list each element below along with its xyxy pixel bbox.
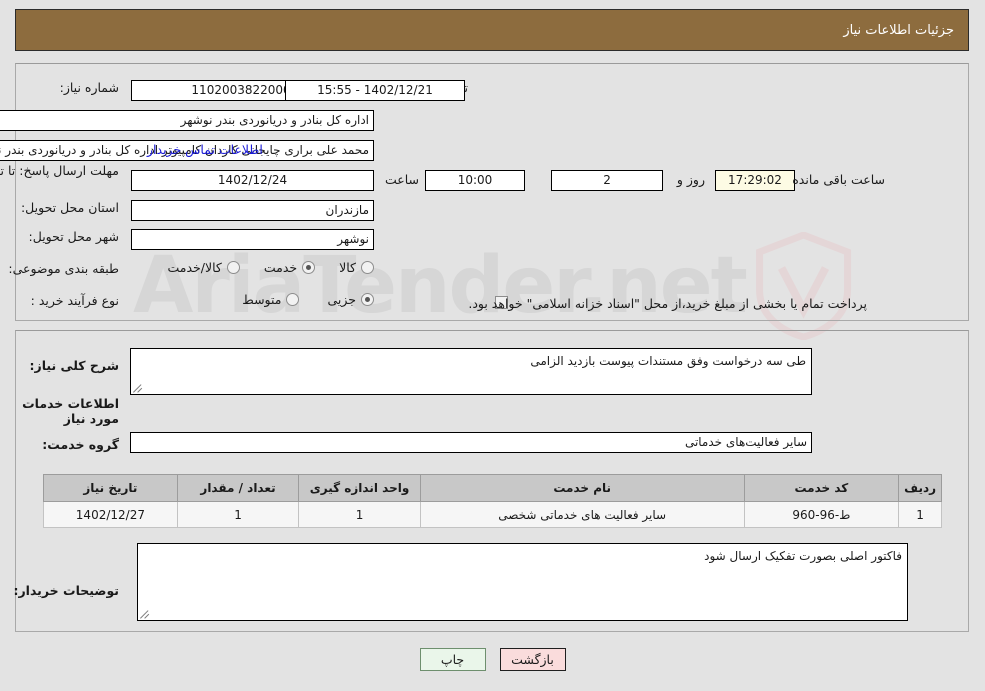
treasury-bond-note: پرداخت تمام یا بخشی از مبلغ خرید،از محل …: [468, 296, 867, 311]
category-label: طبقه بندی موضوعی:: [8, 261, 119, 276]
process-label-row: نوع فرآیند خرید :: [31, 293, 119, 308]
city-label: شهر محل تحویل:: [28, 229, 119, 244]
category-option-label: خدمت: [263, 260, 298, 275]
resize-grip-icon[interactable]: [133, 383, 143, 393]
process-option-label: متوسط: [242, 292, 282, 307]
need-info-panel: [15, 63, 969, 321]
buyer-notes-label: توضیحات خریدار:: [13, 583, 119, 598]
service-group-label: گروه خدمت:: [42, 437, 119, 452]
remaining-time-label: ساعت باقی مانده: [792, 172, 885, 187]
deadline-time-field[interactable]: 10:00: [425, 170, 525, 191]
general-desc-label: شرح کلی نیاز:: [29, 358, 119, 373]
col-header-service-code: کد خدمت: [743, 474, 900, 502]
radio-icon[interactable]: [361, 293, 374, 306]
deadline-date-field[interactable]: 1402/12/24: [131, 170, 374, 191]
col-header-row-no: ردیف: [898, 474, 942, 502]
action-button-bar: بازگشت چاپ: [0, 648, 985, 671]
category-option-label: کالا: [339, 260, 356, 275]
page-header-bar: جزئیات اطلاعات نیاز: [15, 9, 969, 51]
announce-datetime-field[interactable]: 1402/12/21 - 15:55: [285, 80, 465, 101]
page-title: جزئیات اطلاعات نیاز: [843, 22, 954, 38]
services-info-title: اطلاعات خدمات مورد نیاز: [22, 396, 119, 426]
category-label-row: طبقه بندی موضوعی:: [8, 261, 119, 276]
category-radio-kala[interactable]: کالا: [339, 260, 374, 275]
province-label: استان محل تحویل:: [20, 200, 119, 215]
category-radio-group: کالا خدمت کالا/خدمت: [167, 260, 374, 275]
category-option-label: کالا/خدمت: [167, 260, 222, 275]
radio-icon[interactable]: [361, 261, 374, 274]
cell-service-code: ط-96-960: [743, 501, 900, 528]
cell-quantity: 1: [176, 501, 300, 528]
remaining-time-field: 17:29:02: [715, 170, 795, 191]
table-row: 1 ط-96-960 سایر فعالیت های خدماتی شخصی 1…: [43, 501, 942, 528]
remaining-days-field[interactable]: 2: [551, 170, 663, 191]
category-radio-kala-khedmat[interactable]: کالا/خدمت: [167, 260, 240, 275]
days-and-label: روز و: [676, 172, 705, 187]
radio-icon[interactable]: [302, 261, 316, 274]
services-table: ردیف کد خدمت نام خدمت واحد اندازه گیری ت…: [43, 474, 942, 528]
buyer-notes-textarea[interactable]: فاکتور اصلی بصورت تفکیک ارسال شود: [137, 543, 908, 621]
hour-label: ساعت: [384, 172, 419, 187]
buyer-notes-value: فاکتور اصلی بصورت تفکیک ارسال شود: [704, 549, 902, 563]
cell-service-name: سایر فعالیت های خدماتی شخصی: [419, 501, 745, 528]
cell-unit: 1: [298, 501, 421, 528]
deadline-label: مهلت ارسال پاسخ: تا تاریخ:: [0, 163, 119, 178]
service-group-field[interactable]: سایر فعالیت‌های خدماتی: [130, 432, 812, 453]
cell-row-no: 1: [898, 501, 942, 528]
back-button[interactable]: بازگشت: [499, 648, 566, 671]
resize-grip-icon[interactable]: [140, 609, 150, 619]
general-desc-value: طی سه درخواست وفق مستندات پیوست بازدید ا…: [530, 354, 806, 368]
city-field[interactable]: نوشهر: [131, 229, 374, 250]
buyer-org-field[interactable]: اداره کل بنادر و دریانوردی بندر نوشهر: [0, 110, 374, 131]
need-number-label: شماره نیاز:: [59, 80, 119, 95]
process-radio-motavasset[interactable]: متوسط: [242, 292, 300, 307]
city-label-row: شهر محل تحویل:: [29, 229, 119, 244]
col-header-need-date: تاریخ نیاز: [43, 474, 178, 502]
radio-icon[interactable]: [286, 293, 300, 306]
buyer-contact-link[interactable]: اطلاعات تماس خریدار: [147, 142, 263, 157]
print-button[interactable]: چاپ: [419, 648, 486, 671]
process-option-label: جزیی: [327, 292, 356, 307]
general-desc-textarea[interactable]: طی سه درخواست وفق مستندات پیوست بازدید ا…: [130, 348, 812, 395]
province-field[interactable]: مازندران: [131, 200, 374, 221]
process-radio-group: جزیی متوسط: [242, 292, 374, 307]
deadline-label-row: مهلت ارسال پاسخ: تا تاریخ:: [0, 163, 119, 179]
category-radio-khedmat[interactable]: خدمت: [263, 260, 316, 275]
col-header-service-name: نام خدمت: [419, 474, 745, 502]
process-radio-jozei[interactable]: جزیی: [327, 292, 374, 307]
need-number-label-row: شماره نیاز:: [60, 80, 119, 95]
cell-need-date: 1402/12/27: [43, 501, 178, 528]
province-label-row: استان محل تحویل:: [21, 200, 119, 215]
process-type-label: نوع فرآیند خرید :: [30, 293, 119, 308]
table-header-row: ردیف کد خدمت نام خدمت واحد اندازه گیری ت…: [43, 474, 942, 502]
col-header-quantity: تعداد / مقدار: [176, 474, 300, 502]
radio-icon[interactable]: [226, 261, 240, 274]
col-header-unit: واحد اندازه گیری: [298, 474, 421, 502]
